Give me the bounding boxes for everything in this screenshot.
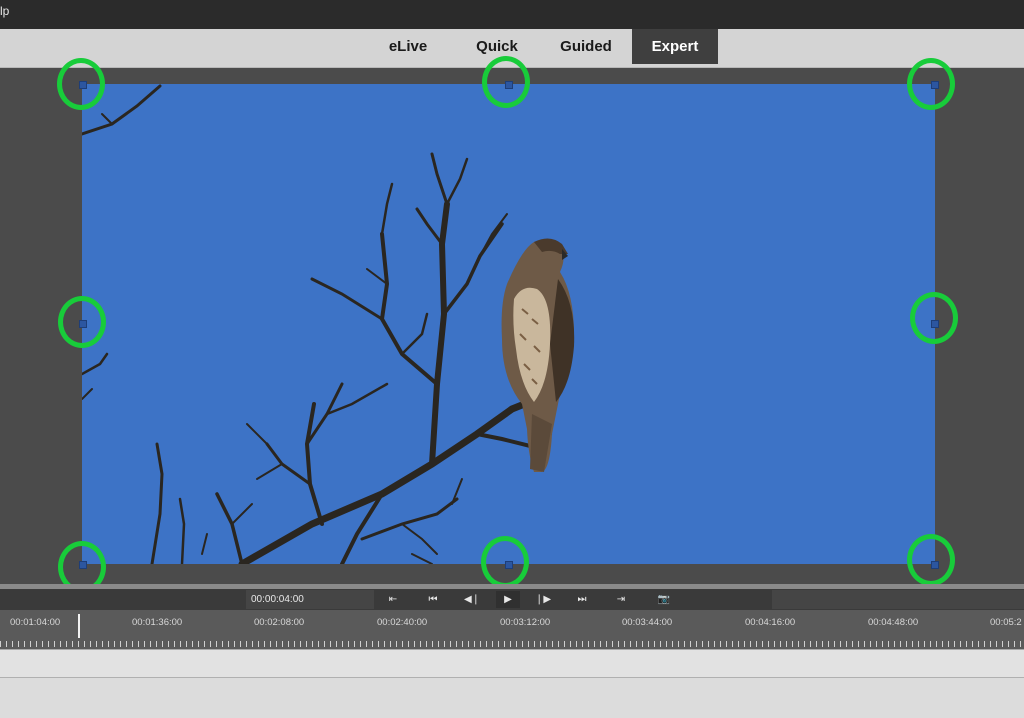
go-to-start-icon[interactable]: ⇤ xyxy=(383,591,403,608)
ruler-label: 00:03:44:00 xyxy=(622,617,673,628)
ruler-label: 00:04:48:00 xyxy=(868,617,919,628)
playhead[interactable] xyxy=(78,614,80,638)
tab-guided[interactable]: Guided xyxy=(551,29,621,64)
previous-clip-icon[interactable]: ⏮ xyxy=(423,591,443,608)
highlight-ring-top-right xyxy=(907,58,955,110)
go-to-end-icon[interactable]: ⇥ xyxy=(611,591,631,608)
ruler-label: 00:03:12:00 xyxy=(500,617,551,628)
tab-expert[interactable]: Expert xyxy=(632,29,718,64)
current-timecode[interactable]: 00:00:04:00 xyxy=(246,590,374,609)
tab-elive[interactable]: eLive xyxy=(377,29,439,64)
ruler-label: 00:02:40:00 xyxy=(377,617,428,628)
bird-on-branch-photo xyxy=(82,84,575,564)
timeline-track-audio[interactable] xyxy=(0,677,1024,718)
highlight-ring-top-center xyxy=(482,56,530,108)
timeline-track-video[interactable] xyxy=(0,649,1024,678)
highlight-ring-middle-right xyxy=(910,292,958,344)
video-preview[interactable] xyxy=(82,84,935,564)
transport-controls: 00:00:04:00 ⇤ ⏮ ◀❘ ▶ ❘▶ ⏭ ⇥ 📷 xyxy=(0,589,1024,610)
ruler-label: 00:02:08:00 xyxy=(254,617,305,628)
highlight-ring-bottom-right xyxy=(907,534,955,586)
next-clip-icon[interactable]: ⏭ xyxy=(572,591,592,608)
highlight-ring-middle-left xyxy=(58,296,106,348)
title-bar: lp xyxy=(0,0,1024,29)
step-back-icon[interactable]: ◀❘ xyxy=(462,591,482,608)
ruler-label: 00:01:04:00 xyxy=(10,617,61,628)
ruler-label: 00:05:2 xyxy=(990,617,1022,628)
menu-item-help-fragment[interactable]: lp xyxy=(0,4,9,18)
ruler-ticks xyxy=(0,641,1024,647)
timeline-ruler[interactable]: 00:01:04:00 00:01:36:00 00:02:08:00 00:0… xyxy=(0,610,1024,649)
snapshot-camera-icon[interactable]: 📷 xyxy=(654,591,674,608)
step-forward-icon[interactable]: ❘▶ xyxy=(533,591,553,608)
ruler-label: 00:04:16:00 xyxy=(745,617,796,628)
play-icon[interactable]: ▶ xyxy=(496,591,520,608)
highlight-ring-top-left xyxy=(57,58,105,110)
transport-status-field xyxy=(772,590,1024,609)
highlight-ring-bottom-center xyxy=(481,536,529,588)
ruler-label: 00:01:36:00 xyxy=(132,617,183,628)
hawk xyxy=(501,238,575,472)
